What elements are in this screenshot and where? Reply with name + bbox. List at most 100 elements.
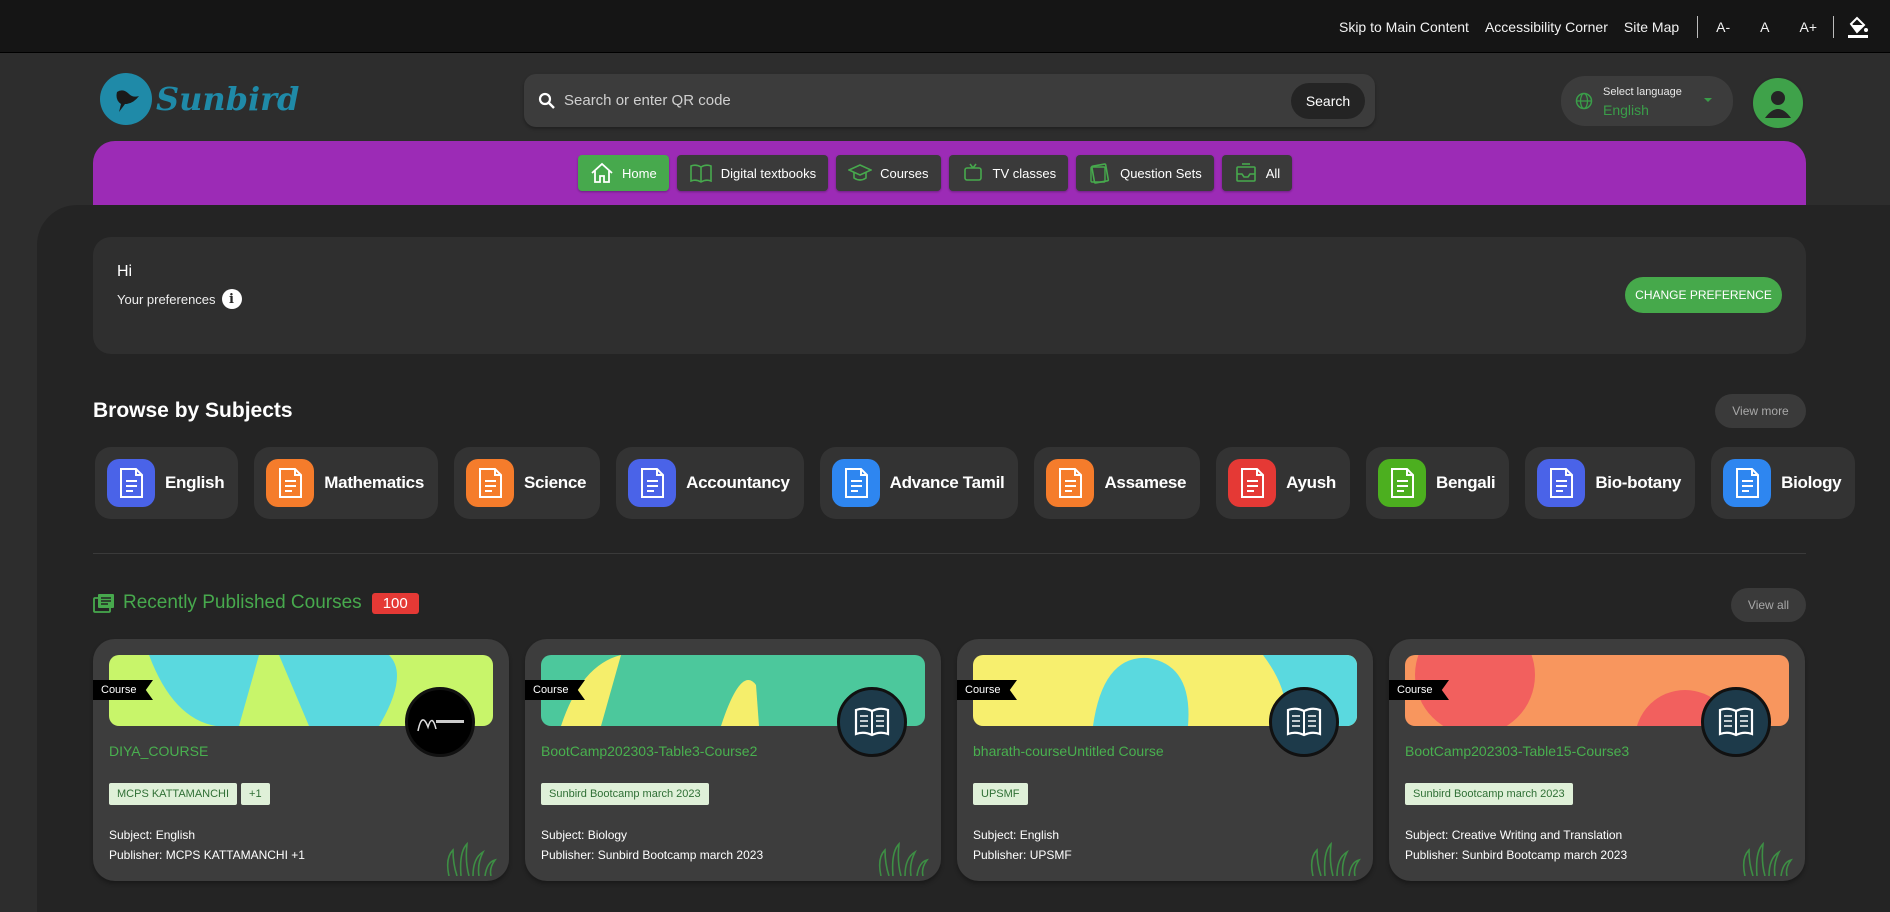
subjects-list: English Mathematics Science Accountancy Adva…: [95, 447, 1856, 519]
course-meta: Subject: English Publisher: MCPS KATTAMAN…: [109, 825, 305, 865]
subject-chip-mathematics[interactable]: Mathematics: [254, 447, 438, 519]
org-tag: UPSMF: [973, 783, 1028, 805]
accessibility-bar: Skip to Main Content Accessibility Corne…: [0, 0, 1890, 53]
accessibility-corner-link[interactable]: Accessibility Corner: [1485, 19, 1608, 35]
plant-decoration-icon: [871, 840, 931, 881]
document-icon: [1228, 459, 1277, 507]
bird-icon: [100, 73, 152, 125]
search-input[interactable]: [564, 92, 1291, 109]
subject-name: Biology: [1781, 473, 1842, 492]
org-tags: MCPS KATTAMANCHI +1: [109, 783, 270, 805]
view-more-button[interactable]: View more: [1715, 394, 1806, 428]
nav-tv-classes-label: TV classes: [992, 165, 1057, 181]
book-icon: [1269, 687, 1339, 757]
course-type-badge: Course: [1389, 680, 1449, 700]
recently-published-header: Recently Published Courses 100: [93, 592, 419, 614]
course-subject: Subject: English: [973, 828, 1060, 842]
org-tags: UPSMF: [973, 783, 1028, 805]
org-tag: Sunbird Bootcamp march 2023: [1405, 783, 1573, 805]
logo-text: Sunbird: [156, 80, 300, 118]
course-title[interactable]: DIYA_COURSE: [109, 743, 208, 759]
publisher-logo: [405, 687, 475, 757]
main-nav: Home Digital textbooks Courses TV classe…: [578, 155, 1293, 191]
document-icon: [1537, 459, 1586, 507]
font-normal-button[interactable]: A: [1760, 19, 1769, 35]
subject-chip-advance-tamil[interactable]: Advance Tamil: [819, 447, 1019, 519]
org-tag: MCPS KATTAMANCHI: [109, 783, 238, 805]
subject-name: Mathematics: [324, 473, 424, 492]
nav-home[interactable]: Home: [578, 155, 669, 191]
document-icon: [266, 459, 315, 507]
language-value: English: [1603, 102, 1649, 118]
topbar-separator: [1833, 15, 1834, 38]
document-icon: [628, 459, 677, 507]
subject-chip-science[interactable]: Science: [453, 447, 601, 519]
org-tag: Sunbird Bootcamp march 2023: [541, 783, 709, 805]
subject-chip-bengali[interactable]: Bengali: [1366, 447, 1510, 519]
course-type-badge: Course: [957, 680, 1017, 700]
org-tags: Sunbird Bootcamp march 2023: [1405, 783, 1573, 805]
course-title[interactable]: BootCamp202303-Table15-Course3: [1405, 743, 1629, 759]
course-publisher: Publisher: MCPS KATTAMANCHI +1: [109, 848, 305, 862]
nav-courses-label: Courses: [880, 165, 929, 181]
course-title[interactable]: BootCamp202303-Table3-Course2: [541, 743, 757, 759]
language-label: Select language: [1603, 86, 1682, 98]
course-card[interactable]: Course bharath-courseUntitled Course UPSMF…: [957, 639, 1373, 881]
view-all-button[interactable]: View all: [1731, 588, 1806, 622]
course-card[interactable]: Course BootCamp202303-Table15-Course3 Sunb…: [1389, 639, 1805, 881]
document-icon: [831, 459, 880, 507]
subject-chip-ayush[interactable]: Ayush: [1216, 447, 1350, 519]
subject-chip-accountancy[interactable]: Accountancy: [616, 447, 804, 519]
skip-to-main-link[interactable]: Skip to Main Content: [1339, 19, 1469, 35]
change-preference-button[interactable]: CHANGE PREFERENCE: [1625, 277, 1782, 313]
course-meta: Subject: Biology Publisher: Sunbird Bootc…: [541, 825, 763, 865]
preferences-label: Your preferences: [117, 291, 216, 307]
sunbird-logo[interactable]: Sunbird: [100, 73, 299, 125]
globe-icon: [1575, 92, 1593, 110]
course-cards: Course DIYA_COURSE MCPS KATTAMANCHI +1 Subje…: [93, 639, 1805, 881]
nav-home-label: Home: [622, 165, 657, 181]
site-map-link[interactable]: Site Map: [1624, 19, 1679, 35]
search-icon: [538, 92, 555, 109]
plant-decoration-icon: [1303, 840, 1363, 881]
subject-chip-bio-botany[interactable]: Bio-botany: [1525, 447, 1696, 519]
subject-chip-english[interactable]: English: [95, 447, 239, 519]
course-publisher: Publisher: Sunbird Bootcamp march 2023: [1405, 848, 1628, 862]
nav-courses[interactable]: Courses: [836, 155, 941, 191]
subject-name: Advance Tamil: [889, 473, 1005, 492]
font-decrease-button[interactable]: A-: [1716, 19, 1730, 35]
recently-published-title: Recently Published Courses: [123, 592, 362, 613]
course-card[interactable]: Course BootCamp202303-Table3-Course2 Sunbi…: [525, 639, 941, 881]
greeting: Hi: [117, 263, 133, 280]
course-subject: Subject: Biology: [541, 828, 628, 842]
nav-digital-textbooks[interactable]: Digital textbooks: [676, 155, 829, 191]
nav-all[interactable]: All: [1221, 155, 1293, 191]
course-title[interactable]: bharath-courseUntitled Course: [973, 743, 1164, 759]
language-select[interactable]: Select language English: [1561, 76, 1733, 126]
course-card[interactable]: Course DIYA_COURSE MCPS KATTAMANCHI +1 Subje…: [93, 639, 509, 881]
info-icon[interactable]: i: [221, 289, 242, 309]
search-bar: Search: [524, 74, 1375, 127]
tv-icon: [963, 163, 982, 181]
browse-subjects-title: Browse by Subjects: [93, 399, 293, 422]
user-icon: [1765, 91, 1791, 118]
subject-name: English: [165, 473, 225, 492]
subject-chip-biology[interactable]: Biology: [1711, 447, 1856, 519]
course-count-badge: 100: [371, 592, 419, 614]
graduation-cap-icon: [848, 164, 873, 181]
search-button[interactable]: Search: [1291, 82, 1365, 119]
user-avatar[interactable]: [1751, 76, 1805, 130]
paint-bucket-icon[interactable]: [1844, 13, 1872, 41]
nav-tv-classes[interactable]: TV classes: [948, 155, 1069, 191]
library-icon: [93, 594, 114, 613]
plant-decoration-icon: [1735, 840, 1795, 881]
course-subject: Subject: Creative Writing and Translatio…: [1405, 828, 1623, 842]
subject-chip-assamese[interactable]: Assamese: [1034, 447, 1201, 519]
course-meta: Subject: English Publisher: UPSMF: [973, 825, 1072, 865]
font-increase-button[interactable]: A+: [1799, 19, 1817, 35]
book-icon: [689, 164, 712, 183]
nav-question-sets[interactable]: Question Sets: [1076, 155, 1214, 191]
course-type-badge: Course: [525, 680, 585, 700]
course-publisher: Publisher: UPSMF: [973, 848, 1072, 862]
subject-name: Bengali: [1436, 473, 1496, 492]
